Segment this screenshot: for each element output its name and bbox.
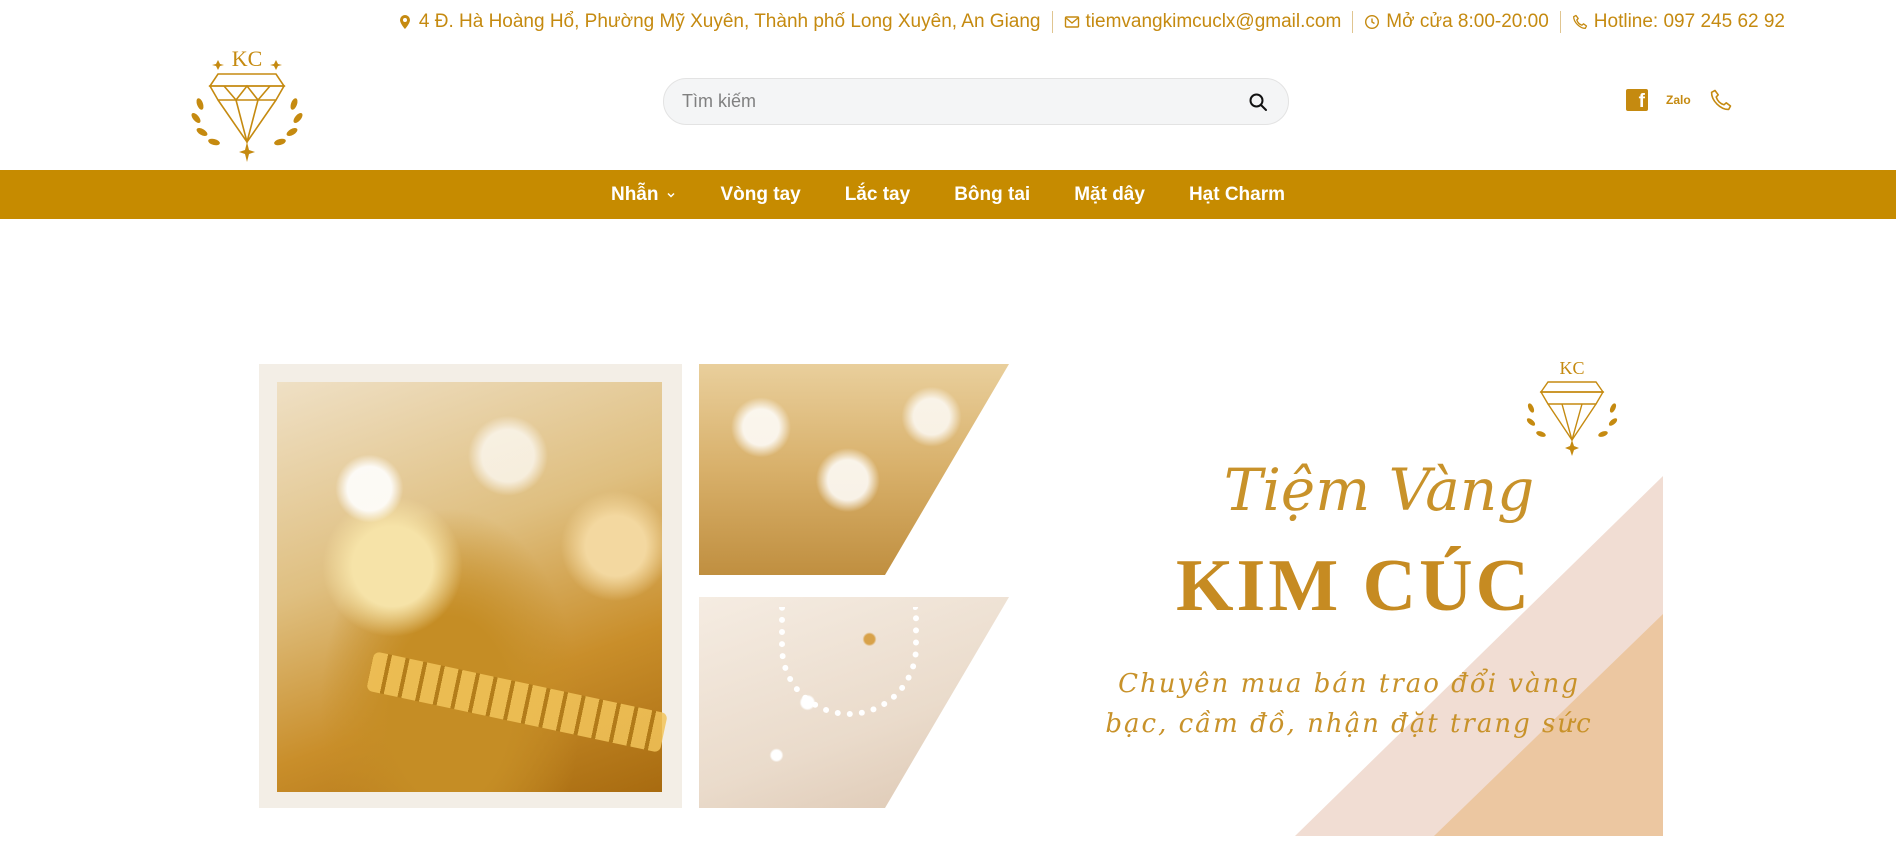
zalo-link[interactable]: Zalo	[1666, 93, 1691, 107]
chevron-down-icon	[667, 192, 675, 198]
banner-main-title: KIM CÚC	[1175, 545, 1533, 627]
tagline-line-2: bạc, cầm đồ, nhận đặt trang sức	[1105, 709, 1593, 739]
address-item: 4 Đ. Hà Hoàng Hổ, Phường Mỹ Xuyên, Thành…	[397, 11, 1041, 33]
main-nav: Nhẫn Vòng tay Lắc tay Bông tai Mặt dây H…	[0, 170, 1896, 219]
mail-icon	[1064, 16, 1079, 28]
search-input[interactable]	[682, 91, 1246, 112]
search-button[interactable]	[1246, 90, 1270, 114]
nav-item-hat-charm[interactable]: Hạt Charm	[1189, 184, 1285, 206]
hero-banner[interactable]: KC Tiệm Vàng KIM CÚC Chuyên mua bán trao…	[259, 358, 1663, 836]
svg-text:KC: KC	[1559, 358, 1584, 378]
nav-item-lac-tay[interactable]: Lắc tay	[845, 184, 910, 206]
nav-item-vong-tay[interactable]: Vòng tay	[720, 184, 800, 206]
divider	[1559, 11, 1561, 33]
email-link[interactable]: tiemvangkimcuclx@gmail.com	[1086, 11, 1342, 33]
top-info-bar: 4 Đ. Hà Hoàng Hổ, Phường Mỹ Xuyên, Thành…	[0, 0, 1896, 44]
address-text: 4 Đ. Hà Hoàng Hổ, Phường Mỹ Xuyên, Thành…	[418, 11, 1041, 32]
tagline-line-1: Chuyên mua bán trao đổi vàng	[1118, 669, 1580, 699]
clock-icon	[1365, 14, 1380, 30]
banner-logo: KC	[1517, 356, 1627, 456]
divider	[1051, 11, 1053, 33]
email-item[interactable]: tiemvangkimcuclx@gmail.com	[1064, 11, 1342, 33]
banner-script-title: Tiệm Vàng	[1223, 456, 1535, 524]
hotline-item[interactable]: Hotline: 097 245 62 92	[1572, 11, 1785, 33]
divider	[1352, 11, 1354, 33]
search-bar[interactable]	[663, 78, 1289, 125]
diamond-logo-icon: KC	[1526, 358, 1618, 456]
search-icon	[1249, 93, 1267, 111]
facebook-icon[interactable]: f	[1626, 89, 1648, 111]
pearls-photo	[699, 597, 1009, 808]
logo-monogram: KC	[232, 46, 263, 71]
site-logo[interactable]: KC	[182, 44, 312, 162]
nav-item-bong-tai[interactable]: Bông tai	[954, 184, 1030, 206]
hotline-link[interactable]: Hotline: 097 245 62 92	[1594, 11, 1785, 33]
banner-tagline: Chuyên mua bán trao đổi vàng bạc, cầm đồ…	[1089, 664, 1609, 744]
nav-item-mat-day[interactable]: Mặt dây	[1074, 184, 1145, 206]
gold-jewelry-photo	[259, 364, 682, 808]
rings-photo	[699, 364, 1009, 575]
hours-item: Mở cửa 8:00-20:00	[1364, 11, 1549, 33]
nav-item-nhan[interactable]: Nhẫn	[611, 184, 677, 206]
phone-icon[interactable]	[1709, 88, 1733, 112]
diamond-logo-icon: KC	[191, 46, 303, 162]
location-pin-icon	[399, 15, 410, 29]
phone-icon	[1572, 14, 1587, 29]
social-links: f Zalo	[1626, 88, 1733, 112]
hours-text: Mở cửa 8:00-20:00	[1386, 11, 1549, 32]
